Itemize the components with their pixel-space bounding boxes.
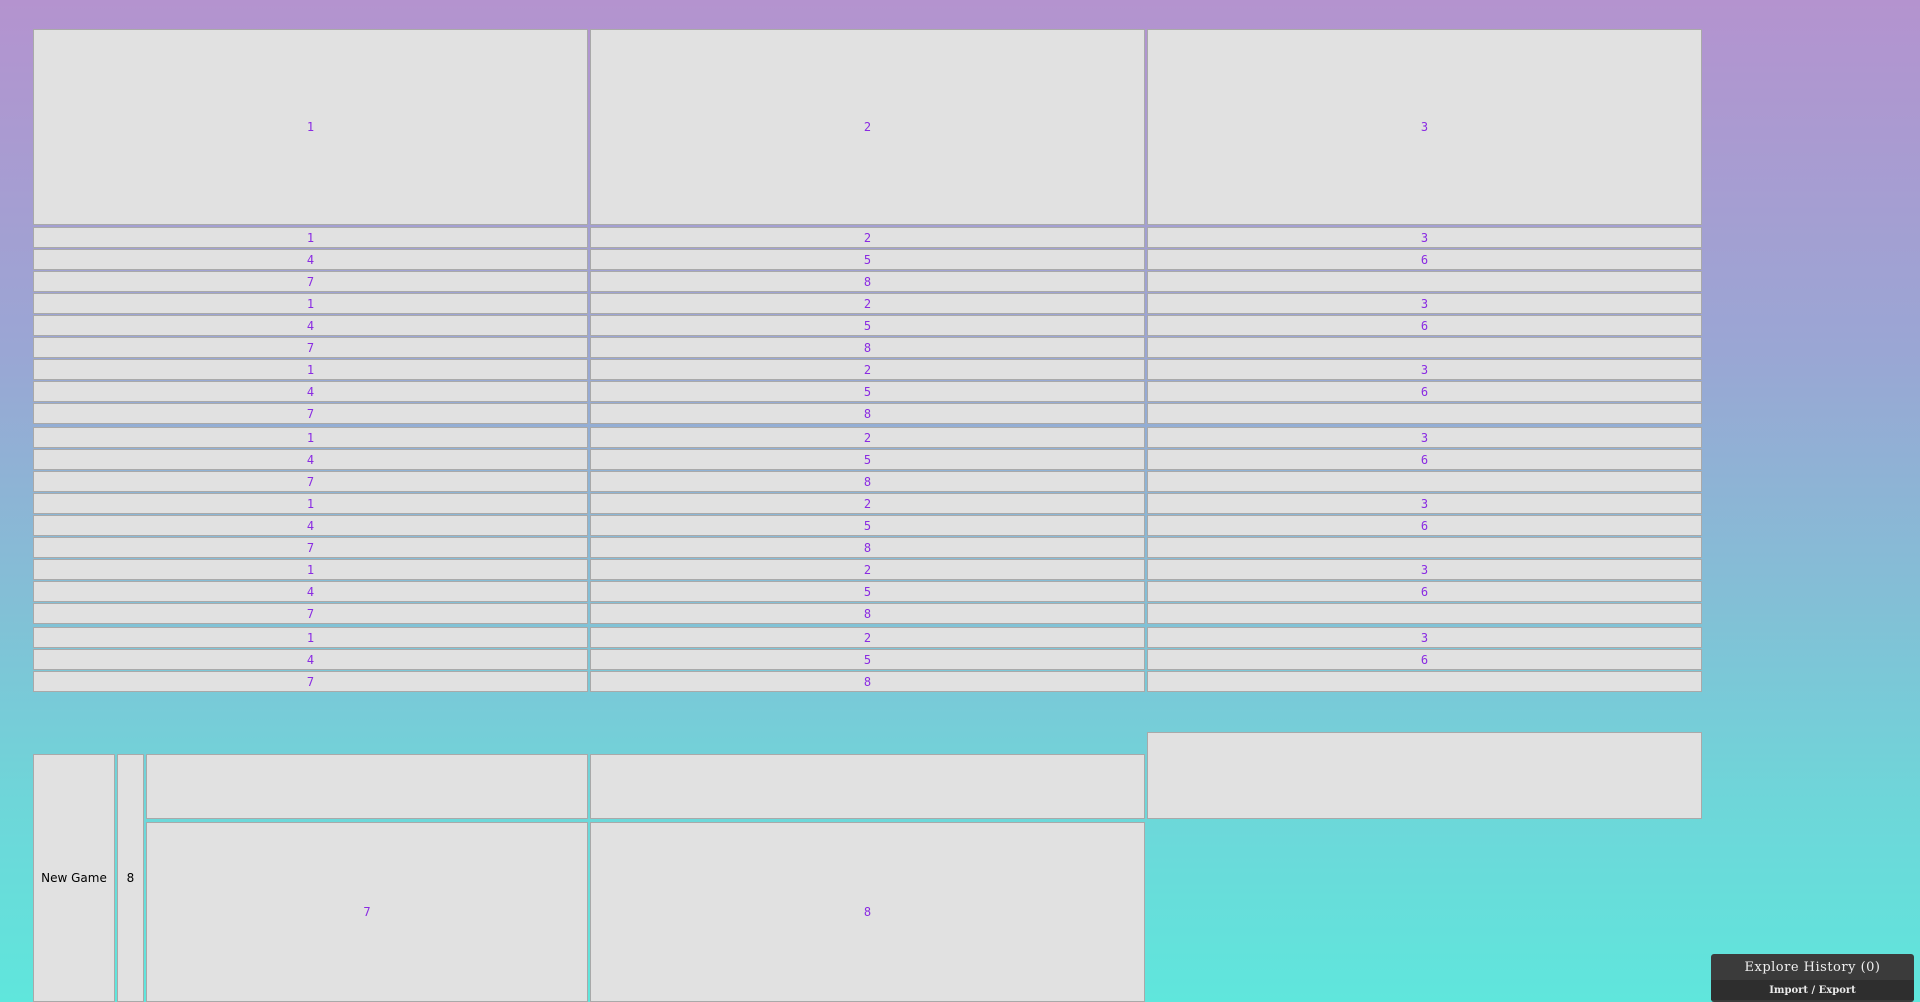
board-cell[interactable]: 4 (33, 581, 588, 602)
board-cell[interactable]: 1 (33, 627, 588, 648)
board-cell[interactable] (1147, 403, 1702, 424)
board-cell[interactable]: 3 (1147, 559, 1702, 580)
board-cell[interactable] (1147, 603, 1702, 624)
board-cell[interactable]: 6 (1147, 249, 1702, 270)
board-cell[interactable]: 6 (1147, 449, 1702, 470)
board-cell[interactable]: 3 (1147, 493, 1702, 514)
board-cell[interactable]: 3 (1147, 359, 1702, 380)
board-cell[interactable] (1147, 271, 1702, 292)
board-cell[interactable]: 8 (590, 271, 1145, 292)
board-cell[interactable]: 7 (33, 337, 588, 358)
board-cell[interactable]: 7 (33, 403, 588, 424)
board-cell[interactable]: 1 (33, 559, 588, 580)
board-cell[interactable] (1147, 671, 1702, 692)
top-cell-1[interactable]: 1 (33, 29, 588, 225)
board-cell[interactable]: 8 (590, 603, 1145, 624)
board-cell[interactable]: 4 (33, 315, 588, 336)
board-cell[interactable]: 3 (1147, 627, 1702, 648)
board-cell[interactable]: 5 (590, 449, 1145, 470)
board-cell[interactable]: 6 (1147, 649, 1702, 670)
board-cell[interactable]: 6 (1147, 315, 1702, 336)
board-cell[interactable]: 2 (590, 627, 1145, 648)
board-cell[interactable]: 5 (590, 315, 1145, 336)
board-cell-blank[interactable] (590, 754, 1145, 819)
board-cell[interactable]: 4 (33, 249, 588, 270)
board-cell[interactable]: 8 (590, 403, 1145, 424)
board-cell[interactable]: 3 (1147, 427, 1702, 448)
board-cell[interactable] (1147, 537, 1702, 558)
top-cell-2[interactable]: 2 (590, 29, 1145, 225)
bottom-cell-8[interactable]: 8 (590, 822, 1145, 1002)
board-cell[interactable]: 2 (590, 293, 1145, 314)
board-cell-blank[interactable] (1147, 732, 1702, 819)
board-cell[interactable]: 2 (590, 227, 1145, 248)
board-cell[interactable]: 8 (590, 537, 1145, 558)
board-cell[interactable]: 6 (1147, 381, 1702, 402)
board-cell[interactable]: 7 (33, 537, 588, 558)
board-cell[interactable]: 8 (590, 671, 1145, 692)
board-cell[interactable]: 4 (33, 449, 588, 470)
board-cell[interactable]: 5 (590, 381, 1145, 402)
board-cell[interactable]: 5 (590, 515, 1145, 536)
board-cell[interactable] (1147, 471, 1702, 492)
board-cell[interactable]: 1 (33, 359, 588, 380)
board-cell[interactable]: 5 (590, 649, 1145, 670)
board-cell[interactable]: 1 (33, 293, 588, 314)
board-cell[interactable]: 6 (1147, 515, 1702, 536)
board-cell[interactable]: 6 (1147, 581, 1702, 602)
board-cell[interactable]: 2 (590, 559, 1145, 580)
board-cell[interactable]: 2 (590, 427, 1145, 448)
board-cell[interactable]: 5 (590, 581, 1145, 602)
board-cell[interactable]: 7 (33, 271, 588, 292)
explore-history-title[interactable]: Explore History (0) (1711, 954, 1914, 980)
board-cell[interactable]: 8 (590, 337, 1145, 358)
board-cell[interactable]: 2 (590, 493, 1145, 514)
board-cell-blank[interactable] (146, 754, 588, 819)
board-cell[interactable]: 1 (33, 493, 588, 514)
board-cell[interactable]: 1 (33, 227, 588, 248)
new-game-button[interactable]: New Game (33, 754, 115, 1002)
top-cell-3[interactable]: 3 (1147, 29, 1702, 225)
board-cell[interactable] (1147, 337, 1702, 358)
import-export-link[interactable]: Import / Export (1711, 980, 1914, 1000)
board-cell[interactable]: 4 (33, 381, 588, 402)
bottom-cell-7[interactable]: 7 (146, 822, 588, 1002)
board-cell[interactable]: 3 (1147, 227, 1702, 248)
board-cell[interactable]: 7 (33, 603, 588, 624)
board-cell[interactable]: 1 (33, 427, 588, 448)
board-cell[interactable]: 4 (33, 515, 588, 536)
board-cell[interactable]: 8 (590, 471, 1145, 492)
board-cell[interactable]: 3 (1147, 293, 1702, 314)
board-cell[interactable]: 7 (33, 471, 588, 492)
board-cell[interactable]: 2 (590, 359, 1145, 380)
explore-history-panel[interactable]: Explore History (0) Import / Export (1711, 954, 1914, 1002)
board-cell[interactable]: 5 (590, 249, 1145, 270)
board-cell[interactable]: 4 (33, 649, 588, 670)
board-cell[interactable]: 7 (33, 671, 588, 692)
size-value[interactable]: 8 (117, 754, 144, 1002)
